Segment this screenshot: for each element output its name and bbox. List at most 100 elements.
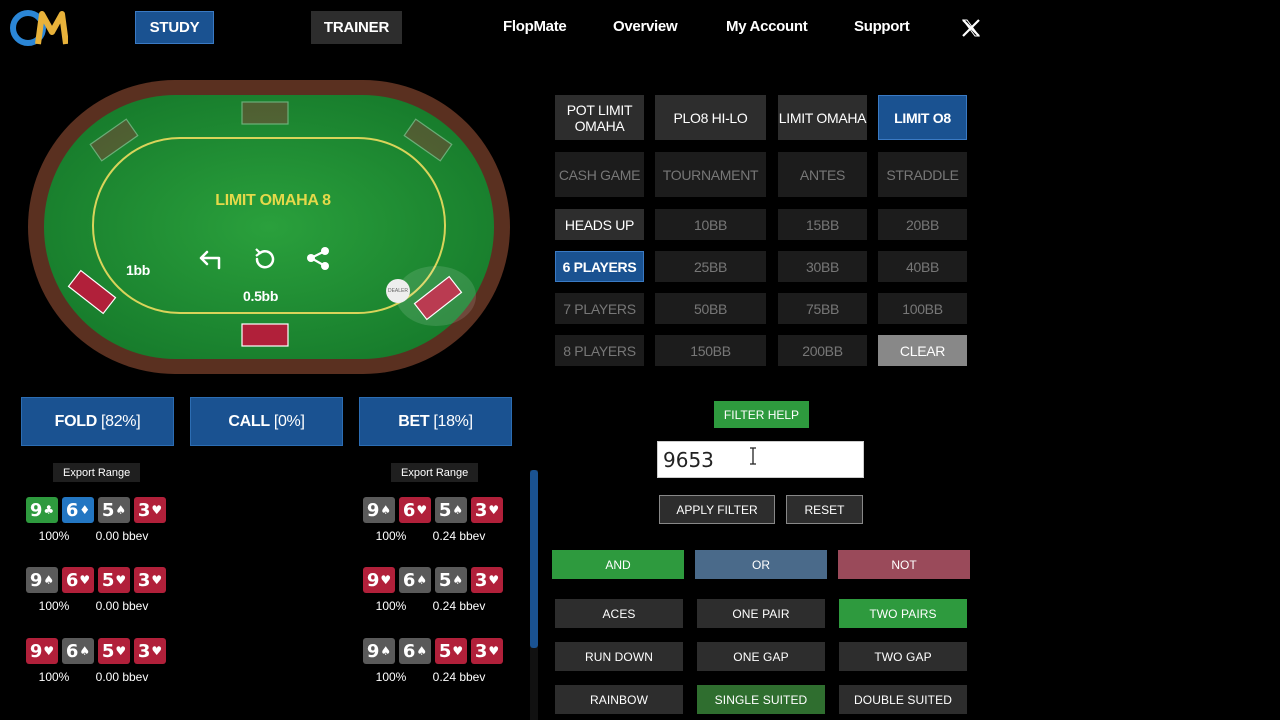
apply-filter-button[interactable]: APPLY FILTER [659, 495, 775, 524]
card-suit-icon: ♥ [488, 503, 500, 517]
filter-help-button[interactable]: FILTER HELP [714, 401, 809, 428]
stack-30bb[interactable]: 30BB [778, 251, 867, 282]
card-suit-icon: ♠ [115, 503, 127, 517]
stack-100bb[interactable]: 100BB [878, 293, 967, 324]
card-rank: 9 [29, 640, 43, 662]
stack-15bb[interactable]: 15BB [778, 209, 867, 240]
om-logo[interactable] [8, 6, 69, 50]
stack-50bb[interactable]: 50BB [655, 293, 766, 324]
table-title: LIMIT OMAHA 8 [215, 192, 331, 209]
card-suit-icon: ♥ [151, 503, 163, 517]
pattern-two-pairs[interactable]: TWO PAIRS [839, 599, 967, 628]
card-rank: 6 [65, 499, 79, 521]
players-8[interactable]: 8 PLAYERS [555, 335, 644, 366]
card-rank: 5 [101, 640, 115, 662]
card-suit-icon: ♥ [380, 573, 392, 587]
card-suit-icon: ♠ [452, 503, 464, 517]
card-suit-icon: ♥ [43, 644, 55, 658]
undo-icon[interactable] [197, 244, 227, 274]
text-cursor-icon [749, 447, 757, 465]
hand-ev: 0.00 bbev [95, 529, 149, 543]
format-antes[interactable]: ANTES [778, 152, 867, 197]
pattern-aces[interactable]: ACES [555, 599, 683, 628]
nav-link-my-account[interactable]: My Account [726, 18, 808, 35]
reset-icon[interactable] [250, 244, 280, 274]
clear-button[interactable]: CLEAR [878, 335, 967, 366]
range-hand[interactable]: 9 ♠ 6 ♥ 5 ♠ 3 ♥ 100% 0.24 bbev [363, 497, 503, 543]
card-suit-icon: ♥ [151, 573, 163, 587]
card-suit-icon: ♥ [151, 644, 163, 658]
hand-ev: 0.00 bbev [95, 670, 149, 684]
card-suit-icon: ♥ [416, 503, 428, 517]
x-twitter-icon[interactable] [962, 19, 980, 37]
format-straddle[interactable]: STRADDLE [878, 152, 967, 197]
pattern-double-suited[interactable]: DOUBLE SUITED [839, 685, 967, 714]
card-rank: 5 [101, 569, 115, 591]
format-tournament[interactable]: TOURNAMENT [655, 152, 766, 197]
card-suit-icon: ♠ [452, 573, 464, 587]
stack-25bb[interactable]: 25BB [655, 251, 766, 282]
logic-not-button[interactable]: NOT [838, 550, 970, 579]
logic-and-button[interactable]: AND [552, 550, 684, 579]
playing-card: 3 ♥ [134, 638, 166, 664]
playing-card: 6 ♠ [62, 638, 94, 664]
hand-frequency: 100% [38, 529, 70, 543]
logic-or-button[interactable]: OR [695, 550, 827, 579]
stack-20bb[interactable]: 20BB [878, 209, 967, 240]
pattern-single-suited[interactable]: SINGLE SUITED [697, 685, 825, 714]
card-suit-icon: ♠ [416, 573, 428, 587]
hand-ev: 0.24 bbev [432, 599, 486, 613]
playing-card: 5 ♥ [98, 567, 130, 593]
pattern-one-gap[interactable]: ONE GAP [697, 642, 825, 671]
call-pct: [0%] [273, 412, 305, 430]
stack-10bb[interactable]: 10BB [655, 209, 766, 240]
game-plo8-hi-lo[interactable]: PLO8 HI-LO [655, 95, 766, 140]
export-range-bet-button[interactable]: Export Range [391, 463, 479, 482]
nav-link-support[interactable]: Support [854, 18, 910, 35]
fold-button[interactable]: FOLD [82%] [21, 397, 174, 446]
playing-card: 9 ♠ [363, 497, 395, 523]
stack-40bb[interactable]: 40BB [878, 251, 967, 282]
range-scrollbar-thumb[interactable] [530, 470, 538, 648]
nav-study-button[interactable]: STUDY [135, 11, 214, 44]
fold-pct: [82%] [100, 412, 141, 430]
playing-card: 3 ♥ [134, 497, 166, 523]
nav-link-flopmate[interactable]: FlopMate [503, 18, 567, 35]
range-hand[interactable]: 9 ♠ 6 ♠ 5 ♥ 3 ♥ 100% 0.24 bbev [363, 638, 503, 684]
reset-button[interactable]: RESET [786, 495, 863, 524]
range-hand[interactable]: 9 ♠ 6 ♥ 5 ♥ 3 ♥ 100% 0.00 bbev [26, 567, 166, 613]
game-limit-omaha[interactable]: LIMIT OMAHA [778, 95, 867, 140]
playing-card: 9 ♠ [363, 638, 395, 664]
nav-trainer-button[interactable]: TRAINER [311, 11, 402, 44]
export-range-fold-button[interactable]: Export Range [53, 463, 141, 482]
card-rank: 3 [137, 640, 151, 662]
stack-150bb[interactable]: 150BB [655, 335, 766, 366]
card-rank: 5 [438, 640, 452, 662]
stack-75bb[interactable]: 75BB [778, 293, 867, 324]
range-hand[interactable]: 9 ♥ 6 ♠ 5 ♠ 3 ♥ 100% 0.24 bbev [363, 567, 503, 613]
call-button[interactable]: CALL [0%] [190, 397, 343, 446]
range-hand[interactable]: 9 ♣ 6 ♦ 5 ♠ 3 ♥ 100% 0.00 bbev [26, 497, 166, 543]
pattern-one-pair[interactable]: ONE PAIR [697, 599, 825, 628]
players-7[interactable]: 7 PLAYERS [555, 293, 644, 324]
nav-link-overview[interactable]: Overview [613, 18, 678, 35]
bet-button[interactable]: BET [18%] [359, 397, 512, 446]
players-heads-up[interactable]: HEADS UP [555, 209, 644, 240]
range-hand[interactable]: 9 ♥ 6 ♠ 5 ♥ 3 ♥ 100% 0.00 bbev [26, 638, 166, 684]
card-rank: 6 [402, 569, 416, 591]
game-limit-o8[interactable]: LIMIT O8 [878, 95, 967, 140]
pattern-rainbow[interactable]: RAINBOW [555, 685, 683, 714]
format-cash-game[interactable]: CASH GAME [555, 152, 644, 197]
game-pot-limit-omaha[interactable]: POT LIMIT OMAHA [555, 95, 644, 140]
pattern-two-gap[interactable]: TWO GAP [839, 642, 967, 671]
card-rank: 3 [474, 640, 488, 662]
playing-card: 6 ♠ [399, 567, 431, 593]
pattern-run-down[interactable]: RUN DOWN [555, 642, 683, 671]
card-suit-icon: ♠ [79, 644, 91, 658]
share-icon[interactable] [303, 244, 333, 274]
players-6[interactable]: 6 PLAYERS [555, 251, 644, 282]
filter-input[interactable]: 9653 [657, 441, 864, 478]
playing-card: 9 ♣ [26, 497, 58, 523]
playing-card: 9 ♥ [363, 567, 395, 593]
stack-200bb[interactable]: 200BB [778, 335, 867, 366]
